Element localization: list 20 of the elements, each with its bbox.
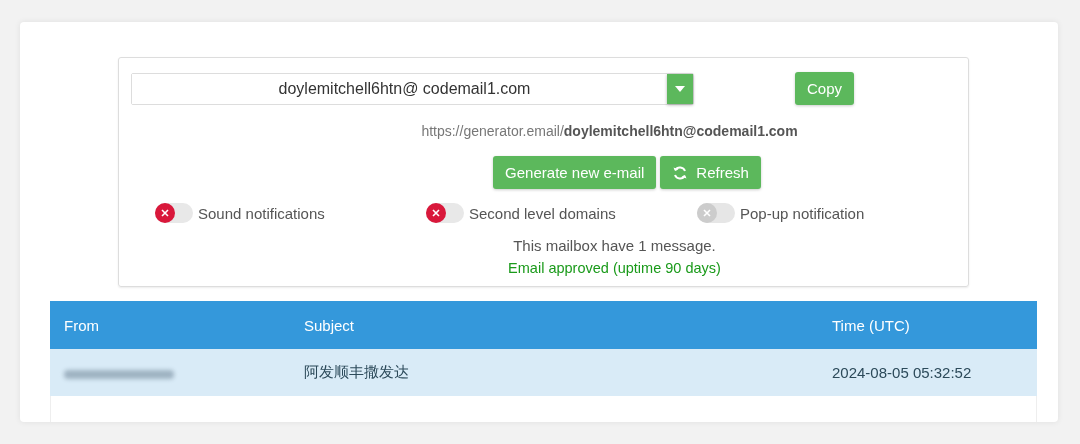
toggle-switch[interactable] — [426, 203, 464, 223]
message-count: This mailbox have 1 message. — [513, 237, 716, 254]
table-cell-text: 阿发顺丰撒发达 — [304, 363, 410, 382]
close-icon — [432, 209, 440, 217]
toggle-label: Pop-up notification — [740, 204, 865, 222]
close-icon — [703, 209, 711, 217]
column-header: From — [64, 316, 100, 334]
column-header: Subject — [304, 316, 356, 334]
mailbox-url[interactable]: https://generator.email/doylemitchell6htn@codemail1.com — [421, 123, 798, 139]
email-field[interactable]: doylemitchell6htn@ codemail1.com — [131, 72, 694, 105]
toggle-label: Sound notifications — [198, 204, 325, 222]
close-icon — [161, 209, 169, 217]
toggle-label: Second level domains — [469, 204, 616, 222]
column-header: Time (UTC) — [832, 316, 911, 334]
refresh-icon — [672, 164, 689, 181]
table-cell-text: 2024-08-05 05:32:52 — [832, 364, 973, 381]
toggle-switch[interactable] — [155, 203, 193, 223]
caret-icon — [675, 85, 685, 92]
message-row[interactable]: 阿发顺丰撒发达 2024-08-05 05:32:52 — [50, 349, 1037, 396]
approval-status: Email approved (uptime 90 days) — [508, 260, 721, 276]
